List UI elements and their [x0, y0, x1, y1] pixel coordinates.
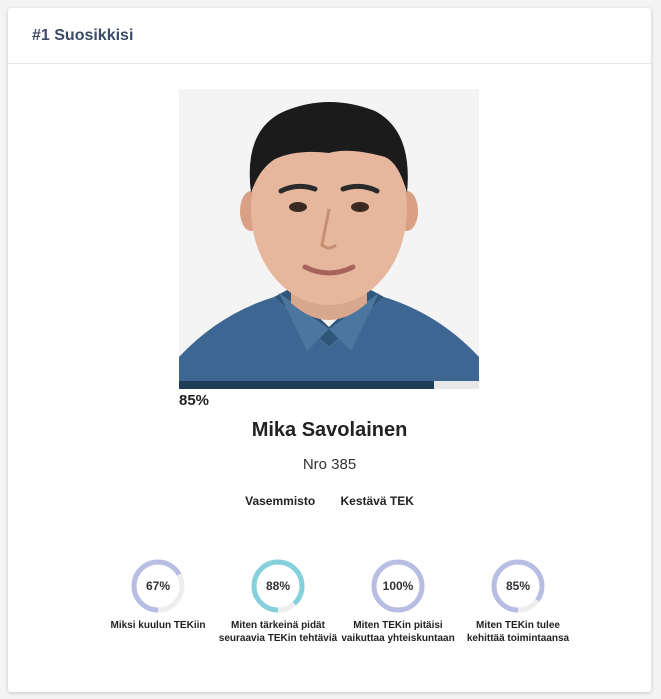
candidate-tags: Vasemmisto Kestävä TEK	[8, 494, 651, 508]
gauge-tek-development: 85% Miten TEKin tulee kehittää toimintaa…	[453, 556, 583, 645]
candidate-photo	[179, 89, 479, 389]
candidate-name: Mika Savolainen	[251, 419, 408, 441]
category-gauges: 67% Miksi kuulun TEKiin 88% Miten tärkei…	[98, 556, 569, 656]
gauge-why-tek: 67% Miksi kuulun TEKiin	[93, 556, 223, 632]
favorite-card: #1 Suosikkisi 85% Mika Savolainen Nro 38…	[8, 8, 651, 692]
match-progress-fill	[179, 381, 434, 389]
match-percent: 85%	[179, 392, 210, 409]
gauge-caption: Miten tärkeinä pidät seuraavia TEKin teh…	[218, 620, 338, 644]
gauge-value: 88%	[266, 579, 290, 593]
gauge-value: 85%	[506, 579, 530, 593]
tag-group: Vasemmisto	[245, 494, 316, 508]
gauge-value: 67%	[146, 579, 170, 593]
gauge-tek-influence: 100% Miten TEKin pitäisi vaikuttaa yhtei…	[333, 556, 463, 645]
card-title: #1 Suosikkisi	[32, 27, 134, 44]
gauge-caption: Miten TEKin pitäisi vaikuttaa yhteiskunt…	[341, 620, 455, 644]
gauge-caption: Miten TEKin tulee kehittää toimintaansa	[466, 620, 570, 644]
gauge-caption: Miksi kuulun TEKiin	[110, 620, 206, 631]
gauge-value: 100%	[383, 579, 414, 593]
match-progress-bar	[179, 381, 479, 389]
tag-group: Kestävä TEK	[340, 494, 414, 508]
card-header: #1 Suosikkisi	[8, 8, 651, 64]
gauge-tek-tasks: 88% Miten tärkeinä pidät seuraavia TEKin…	[213, 556, 343, 645]
candidate-number: Nro 385	[302, 456, 357, 473]
